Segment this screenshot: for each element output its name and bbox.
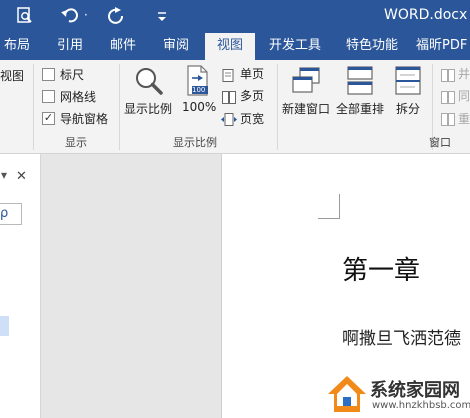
redo-icon[interactable]	[106, 6, 126, 26]
side-by-side-label: 并	[458, 67, 470, 81]
tab-special-features[interactable]: 特色功能	[339, 33, 405, 60]
zoom-button-label[interactable]: 显示比例	[124, 100, 172, 117]
sync-scroll-label: 同	[458, 89, 470, 103]
watermark-url: www.hnzkhbsb.com	[372, 400, 470, 411]
ruler-label[interactable]: 标尺	[60, 66, 84, 83]
watermark-logo-icon	[326, 374, 368, 414]
body-text[interactable]: 啊撒旦飞洒范德	[342, 324, 461, 349]
ribbon-tabs: 布局 引用 邮件 审阅 视图 开发工具 特色功能 福昕PDF	[0, 33, 470, 60]
split-icon[interactable]	[395, 66, 421, 96]
ruler-checkbox[interactable]	[42, 68, 55, 81]
document-title: WORD.docx -	[384, 7, 470, 23]
window-group-label: 窗口	[429, 136, 451, 149]
tab-foxit-pdf[interactable]: 福昕PDF	[416, 33, 470, 60]
views-button[interactable]: 视图	[0, 67, 24, 84]
group-separator	[33, 64, 34, 150]
customize-toolbar-icon[interactable]	[156, 9, 168, 23]
chapter-heading[interactable]: 第一章	[342, 250, 420, 287]
nav-search-box[interactable]: ρ	[0, 203, 22, 225]
search-icon: ρ	[0, 206, 9, 221]
sync-scroll-icon	[441, 89, 455, 104]
watermark-title: 系统家园网	[370, 380, 460, 401]
multi-page-icon[interactable]	[222, 89, 236, 104]
navigation-pane: ▾ ✕ ρ	[0, 154, 41, 418]
nav-pane-label[interactable]: 导航窗格	[60, 110, 108, 127]
tab-view[interactable]: 视图	[205, 33, 255, 60]
close-icon[interactable]: ✕	[16, 169, 27, 184]
split-label[interactable]: 拆分	[396, 100, 420, 117]
show-group-label: 显示	[65, 136, 87, 149]
arrange-all-label[interactable]: 全部重排	[336, 100, 384, 117]
document-background	[41, 154, 221, 418]
page-width-label[interactable]: 页宽	[240, 110, 264, 127]
tab-developer[interactable]: 开发工具	[262, 33, 328, 60]
undo-dropdown-icon[interactable]: ·	[84, 8, 88, 22]
one-page-icon[interactable]	[222, 67, 234, 82]
new-window-label[interactable]: 新建窗口	[282, 100, 330, 117]
tab-layout[interactable]: 布局	[0, 33, 34, 60]
one-page-label[interactable]: 单页	[240, 65, 264, 82]
tab-references[interactable]: 引用	[52, 33, 88, 60]
nav-heading-selected[interactable]	[0, 316, 9, 336]
gridlines-label[interactable]: 网格线	[60, 88, 96, 105]
arrange-all-icon[interactable]	[347, 66, 373, 96]
hundred-badge: 100	[192, 86, 206, 94]
side-by-side-icon	[441, 67, 455, 82]
document-page: 第一章 啊撒旦飞洒范德 系统家园网 www.hnzkhbsb.com	[221, 154, 470, 418]
reset-position-icon	[441, 111, 455, 126]
print-preview-icon[interactable]	[16, 7, 34, 25]
ribbon: 视图 标尺 网格线 ✓ 导航窗格 显示 显示比例 100 100% 单页 多页 …	[0, 60, 470, 154]
page-corner-marker	[318, 194, 340, 219]
hundred-percent-label[interactable]: 100%	[182, 100, 216, 114]
multi-page-label[interactable]: 多页	[240, 87, 264, 104]
new-window-icon[interactable]	[291, 66, 321, 96]
group-separator	[119, 64, 120, 150]
group-separator	[277, 64, 278, 150]
title-bar: · WORD.docx -	[0, 0, 470, 33]
page-width-icon[interactable]	[221, 111, 237, 126]
tab-mailings[interactable]: 邮件	[105, 33, 141, 60]
undo-icon[interactable]	[60, 6, 80, 26]
nav-pane-checkbox[interactable]: ✓	[42, 112, 55, 125]
gridlines-checkbox[interactable]	[42, 90, 55, 103]
reset-position-label: 重	[458, 112, 470, 126]
nav-pane-menu-icon[interactable]: ▾	[1, 168, 7, 182]
zoom-group-label: 显示比例	[173, 136, 217, 149]
zoom-icon[interactable]	[134, 66, 164, 96]
tab-review[interactable]: 审阅	[158, 33, 194, 60]
